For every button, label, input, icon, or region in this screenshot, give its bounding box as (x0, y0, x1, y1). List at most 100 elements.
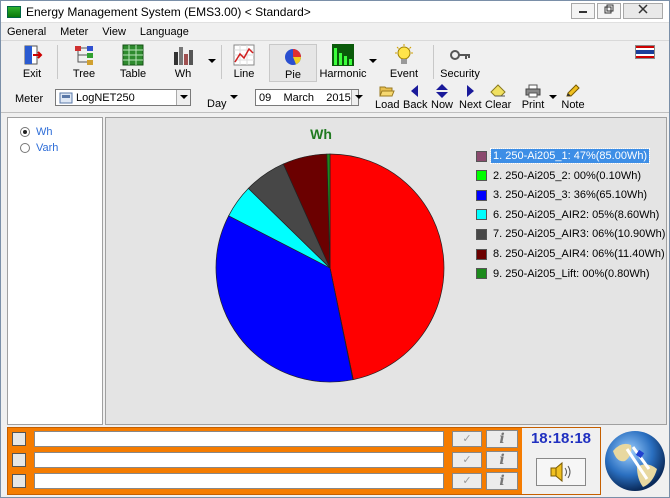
legend-label: 7. 250-Ai205_AIR3: 06%(10.90Wh) (493, 228, 666, 241)
table-label: Table (119, 68, 147, 80)
security-button[interactable]: Security (439, 44, 481, 82)
chart-panel: Wh 1. 250-Ai205_1: 47%(85.00Wh) 2. 250-Ai… (105, 117, 667, 425)
next-button[interactable]: Next (459, 83, 482, 113)
back-button[interactable]: Back (403, 83, 427, 113)
legend-swatch (476, 209, 487, 221)
sound-button[interactable] (536, 458, 586, 486)
legend-label: 1. 250-Ai205_1: 47%(85.00Wh) (489, 148, 651, 164)
now-button[interactable]: Now (431, 83, 453, 113)
info-button[interactable]: i (486, 451, 518, 469)
date-year[interactable]: 2015 (326, 92, 350, 104)
legend-swatch (476, 228, 487, 240)
legend-item[interactable]: 3. 250-Ai205_3: 36%(65.10Wh) (476, 187, 649, 203)
pencil-icon (565, 84, 581, 98)
harmonic-label: Harmonic (319, 68, 367, 80)
menu-general[interactable]: General (7, 26, 46, 38)
clear-button[interactable]: Clear (485, 83, 511, 113)
radio-varh[interactable]: Varh (20, 142, 58, 154)
exit-button[interactable]: Exit (17, 44, 47, 82)
security-label: Security (440, 68, 480, 80)
harmonic-button[interactable]: Harmonic (319, 44, 367, 82)
pie-chart-icon (282, 45, 304, 67)
radio-wh-indicator[interactable] (20, 127, 30, 137)
status-row: ✓ i (12, 472, 598, 490)
event-label: Event (389, 68, 419, 80)
pie-button[interactable]: Pie (269, 44, 317, 82)
toolbar-separator (221, 45, 222, 79)
legend-swatch (476, 170, 487, 182)
legend-item[interactable]: 1. 250-Ai205_1: 47%(85.00Wh) (476, 148, 651, 164)
clock-box: 18:18:18 (522, 428, 600, 494)
unit-panel: Wh Varh (7, 117, 103, 425)
print-label: Print (521, 99, 545, 111)
load-button[interactable]: Load (375, 83, 399, 113)
date-picker-arrow[interactable] (350, 90, 364, 105)
status-row: ✓ i (12, 430, 598, 448)
print-dropdown-arrow[interactable] (549, 95, 557, 99)
menu-view[interactable]: View (102, 26, 126, 38)
acknowledge-button[interactable]: ✓ (452, 473, 482, 489)
minimize-button[interactable] (571, 3, 595, 19)
status-row: ✓ i (12, 451, 598, 469)
legend-label: 3. 250-Ai205_3: 36%(65.10Wh) (493, 189, 648, 202)
info-button[interactable]: i (486, 430, 518, 448)
date-picker[interactable]: 09 March 2015 (255, 89, 364, 106)
legend-label: 9. 250-Ai205_Lift: 00%(0.80Wh) (493, 267, 650, 280)
legend-label: 6. 250-Ai205_AIR2: 05%(8.60Wh) (493, 208, 660, 221)
eraser-icon (490, 84, 506, 98)
meter-select-value: LogNET250 (76, 91, 135, 104)
bar-chart-icon (172, 44, 194, 66)
table-icon (122, 44, 144, 66)
legend-item[interactable]: 6. 250-Ai205_AIR2: 05%(8.60Wh) (476, 207, 661, 223)
status-area: ✓ i ✓ i ✓ i 18:18:18 (7, 427, 601, 495)
tree-icon (73, 44, 95, 66)
note-label: Note (561, 99, 585, 111)
wh-button[interactable]: Wh (169, 44, 197, 82)
thai-flag-icon[interactable] (635, 45, 655, 59)
minimize-icon (579, 11, 587, 13)
note-button[interactable]: Note (561, 83, 585, 113)
window-title: Energy Management System (EMS3.00) < Sta… (26, 4, 311, 19)
table-button[interactable]: Table (117, 44, 149, 82)
radio-wh[interactable]: Wh (20, 126, 53, 138)
wh-dropdown-arrow[interactable] (208, 59, 216, 63)
radio-varh-indicator[interactable] (20, 143, 30, 153)
status-message-field (34, 452, 444, 468)
legend-item[interactable]: 7. 250-Ai205_AIR3: 06%(10.90Wh) (476, 226, 667, 242)
date-month[interactable]: March (283, 92, 314, 104)
period-label[interactable]: Day (207, 98, 227, 110)
arrow-right-icon (462, 84, 478, 98)
status-square-button[interactable] (12, 432, 26, 446)
exit-label: Exit (22, 68, 42, 80)
load-label: Load (375, 99, 400, 111)
pie-slice-1[interactable] (329, 153, 445, 381)
legend-item[interactable]: 9. 250-Ai205_Lift: 00%(0.80Wh) (476, 266, 652, 282)
line-button[interactable]: Line (229, 44, 259, 82)
menu-meter[interactable]: Meter (60, 26, 88, 38)
maximize-button[interactable] (597, 3, 621, 19)
clear-label: Clear (485, 99, 512, 111)
key-icon (449, 44, 471, 66)
legend-item[interactable]: 8. 250-Ai205_AIR4: 06%(11.40Wh) (476, 246, 667, 262)
acknowledge-button[interactable]: ✓ (452, 452, 482, 468)
legend-item[interactable]: 2. 250-Ai205_2: 00%(0.10Wh) (476, 168, 643, 184)
status-square-button[interactable] (12, 474, 26, 488)
info-button[interactable]: i (486, 472, 518, 490)
period-dropdown-arrow[interactable] (230, 95, 238, 99)
legend-swatch (476, 150, 487, 162)
meter-select[interactable]: LogNET250 (55, 89, 191, 106)
acknowledge-button[interactable]: ✓ (452, 431, 482, 447)
print-button[interactable]: Print (521, 83, 545, 113)
menu-language[interactable]: Language (140, 26, 189, 38)
tree-button[interactable]: Tree (67, 44, 101, 82)
meter-select-arrow[interactable] (176, 90, 190, 105)
app-icon (7, 5, 21, 18)
legend-swatch (476, 268, 487, 280)
next-label: Next (459, 99, 482, 111)
date-day[interactable]: 09 (259, 92, 271, 104)
globe-logo (603, 427, 667, 495)
harmonic-dropdown-arrow[interactable] (369, 59, 377, 63)
close-button[interactable] (623, 3, 663, 19)
event-button[interactable]: Event (387, 44, 421, 82)
status-square-button[interactable] (12, 453, 26, 467)
